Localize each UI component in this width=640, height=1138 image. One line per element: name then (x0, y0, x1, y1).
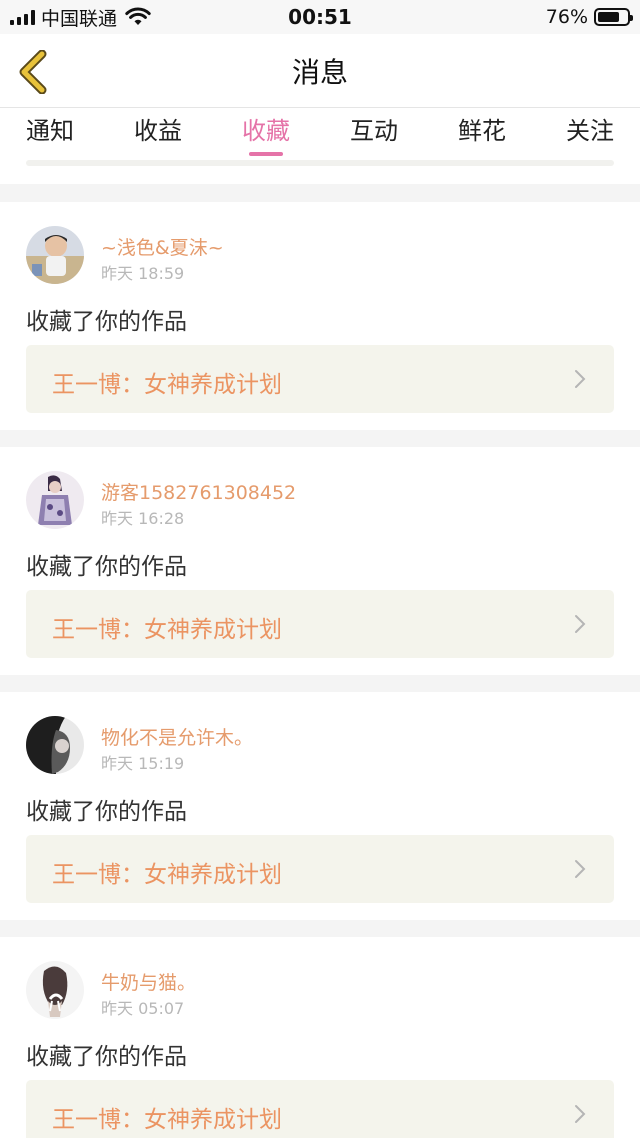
tab-favorites[interactable]: 收藏 (242, 108, 290, 160)
battery-status: 76% (545, 6, 633, 28)
tab-earnings[interactable]: 收益 (134, 108, 182, 160)
work-title: 王一博：女神养成计划 (52, 1107, 282, 1133)
message-text: 收藏了你的作品 (26, 799, 187, 825)
tab-label: 通知 (26, 117, 74, 145)
work-card[interactable]: 王一博：女神养成计划 (26, 345, 614, 413)
list-item: ~浅色&夏沫~ 昨天 18:59 收藏了你的作品 王一博：女神养成计划 (0, 202, 640, 430)
tab-interactions[interactable]: 互动 (350, 108, 398, 160)
work-card[interactable]: 王一博：女神养成计划 (26, 590, 614, 658)
message-time: 昨天 05:07 (101, 999, 185, 1018)
messages-screen: 中国联通 00:51 76% 消息 通知 收益 收藏 互动 鲜花 关注 ~浅色&… (0, 0, 640, 1138)
tab-follows[interactable]: 关注 (566, 108, 614, 160)
chevron-right-icon (575, 370, 586, 388)
user-name[interactable]: 牛奶与猫。 (101, 968, 196, 995)
list-item: 牛奶与猫。 昨天 05:07 收藏了你的作品 王一博：女神养成计划 (0, 937, 640, 1138)
tab-label: 收藏 (242, 117, 290, 145)
message-text: 收藏了你的作品 (26, 554, 187, 580)
list-item: 游客1582761308452 昨天 16:28 收藏了你的作品 王一博：女神养… (0, 447, 640, 675)
tab-label: 关注 (566, 117, 614, 145)
tab-label: 鲜花 (458, 117, 506, 145)
work-card[interactable]: 王一博：女神养成计划 (26, 835, 614, 903)
user-name[interactable]: 游客1582761308452 (101, 478, 296, 505)
work-card[interactable]: 王一博：女神养成计划 (26, 1080, 614, 1138)
list-item: 物化不是允许木。 昨天 15:19 收藏了你的作品 王一博：女神养成计划 (0, 692, 640, 920)
back-button[interactable] (14, 50, 54, 94)
battery-percent: 76% (545, 6, 588, 28)
avatar[interactable] (26, 471, 84, 529)
message-text: 收藏了你的作品 (26, 1044, 187, 1070)
tab-label: 收益 (134, 117, 182, 145)
chevron-right-icon (575, 615, 586, 633)
avatar[interactable] (26, 226, 84, 284)
tab-flowers[interactable]: 鲜花 (458, 108, 506, 160)
work-title: 王一博：女神养成计划 (52, 862, 282, 888)
avatar[interactable] (26, 961, 84, 1019)
chevron-left-icon (19, 50, 47, 94)
user-name[interactable]: ~浅色&夏沫~ (101, 233, 224, 260)
nav-bar: 消息 (0, 34, 640, 108)
carrier-name: 中国联通 (41, 7, 118, 30)
status-bar: 中国联通 00:51 76% (0, 0, 640, 34)
message-text: 收藏了你的作品 (26, 309, 187, 335)
tab-notifications[interactable]: 通知 (26, 108, 74, 160)
avatar[interactable] (26, 716, 84, 774)
message-time: 昨天 18:59 (101, 264, 185, 283)
chevron-right-icon (575, 860, 586, 878)
chevron-right-icon (575, 1105, 586, 1123)
message-time: 昨天 16:28 (101, 509, 185, 528)
battery-level-fill (598, 12, 620, 22)
message-list: ~浅色&夏沫~ 昨天 18:59 收藏了你的作品 王一博：女神养成计划 游客15… (0, 202, 640, 1138)
wifi-icon (125, 7, 151, 27)
signal-icon (10, 9, 35, 25)
tab-bar: 通知 收益 收藏 互动 鲜花 关注 (0, 108, 640, 168)
page-title: 消息 (291, 55, 348, 89)
message-time: 昨天 15:19 (101, 754, 185, 773)
work-title: 王一博：女神养成计划 (52, 372, 282, 398)
battery-icon (594, 8, 633, 26)
work-title: 王一博：女神养成计划 (52, 617, 282, 643)
user-name[interactable]: 物化不是允许木。 (101, 723, 253, 750)
tab-scroll-bar (26, 160, 614, 166)
tab-label: 互动 (350, 117, 398, 145)
active-tab-indicator (249, 152, 283, 156)
